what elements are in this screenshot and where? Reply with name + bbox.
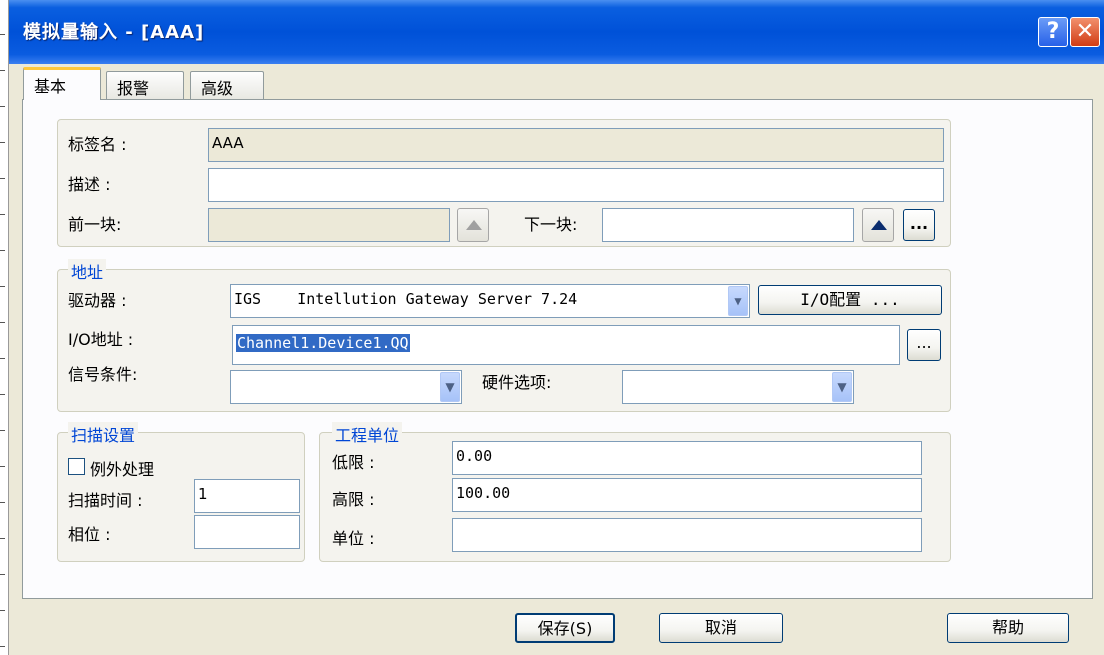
low-limit-field[interactable]: 0.00 <box>452 441 922 475</box>
prev-block-label: 前一块: <box>68 215 122 234</box>
address-legend: 地址 <box>68 259 107 283</box>
tab-panel: 标签名 : AAA 描述 : 前一块: 下一块: ... 地址 驱动器 : IG… <box>22 99 1093 599</box>
driver-select[interactable]: IGS Intellution Gateway Server 7.24 ▼ <box>230 284 750 318</box>
unit-label: 单位 : <box>332 529 375 548</box>
signal-condition-label: 信号条件: <box>68 365 138 384</box>
window-title: 模拟量输入 - [AAA] <box>23 22 205 43</box>
cancel-button[interactable]: 取消 <box>659 613 783 643</box>
description-label: 描述 : <box>68 175 111 194</box>
high-limit-label: 高限 : <box>332 490 375 509</box>
phase-field[interactable] <box>194 515 300 549</box>
tag-name-field: AAA <box>208 128 944 162</box>
prev-block-up-button <box>457 208 489 242</box>
chevron-down-icon[interactable]: ▼ <box>440 372 460 402</box>
eng-units-group: 工程单位 低限 : 0.00 高限 : 100.00 单位 : <box>319 422 951 562</box>
driver-value: IGS Intellution Gateway Server 7.24 <box>234 290 578 308</box>
next-block-label: 下一块: <box>524 215 578 234</box>
hardware-options-label: 硬件选项: <box>482 373 552 392</box>
title-bar[interactable]: 模拟量输入 - [AAA] ? ✕ <box>9 0 1104 64</box>
address-group: 地址 驱动器 : IGS Intellution Gateway Server … <box>57 259 951 412</box>
tab-basic[interactable]: 基本 <box>23 67 101 100</box>
io-address-field[interactable]: Channel1.Device1.QQ <box>232 325 900 365</box>
tag-name-label: 标签名 : <box>68 135 127 154</box>
phase-label: 相位 : <box>68 525 111 544</box>
close-icon[interactable]: ✕ <box>1070 17 1100 47</box>
unit-field[interactable] <box>452 518 922 552</box>
io-address-label: I/O地址 : <box>68 330 134 349</box>
next-block-up-button[interactable] <box>862 208 894 242</box>
signal-condition-select[interactable]: ▼ <box>230 370 462 404</box>
io-address-value: Channel1.Device1.QQ <box>236 334 410 352</box>
io-address-browse-button[interactable]: ... <box>907 329 941 361</box>
next-block-browse-button[interactable]: ... <box>903 209 935 241</box>
scan-settings-legend: 扫描设置 <box>68 422 139 446</box>
next-block-field[interactable] <box>602 208 854 242</box>
exception-label: 例外处理 <box>90 460 155 479</box>
low-limit-label: 低限 : <box>332 453 375 472</box>
save-button[interactable]: 保存(S) <box>515 613 615 643</box>
analog-input-dialog: 模拟量输入 - [AAA] ? ✕ 基本 报警 高级 标签名 : AAA 描述 … <box>9 0 1104 655</box>
prev-block-field <box>208 208 450 242</box>
io-config-button[interactable]: I/O配置 ... <box>758 285 942 315</box>
help-button[interactable]: 帮助 <box>947 613 1069 643</box>
left-ruler <box>0 0 9 655</box>
exception-checkbox[interactable] <box>68 458 85 475</box>
scan-time-label: 扫描时间 : <box>68 491 143 510</box>
triangle-up-icon <box>871 220 887 230</box>
driver-label: 驱动器 : <box>68 291 127 310</box>
basic-group: 标签名 : AAA 描述 : 前一块: 下一块: ... <box>57 119 951 247</box>
scan-settings-group: 扫描设置 例外处理 扫描时间 : 1 相位 : <box>57 422 305 562</box>
chevron-down-icon[interactable]: ▼ <box>728 286 748 316</box>
tab-advanced[interactable]: 高级 <box>190 71 264 99</box>
hardware-options-select[interactable]: ▼ <box>622 370 854 404</box>
high-limit-field[interactable]: 100.00 <box>452 478 922 512</box>
triangle-up-icon <box>466 220 482 230</box>
scan-time-field[interactable]: 1 <box>194 479 300 513</box>
eng-units-legend: 工程单位 <box>332 422 403 446</box>
tab-alarm[interactable]: 报警 <box>106 71 184 99</box>
help-icon[interactable]: ? <box>1038 17 1068 47</box>
chevron-down-icon[interactable]: ▼ <box>832 372 852 402</box>
description-field[interactable] <box>208 168 944 202</box>
